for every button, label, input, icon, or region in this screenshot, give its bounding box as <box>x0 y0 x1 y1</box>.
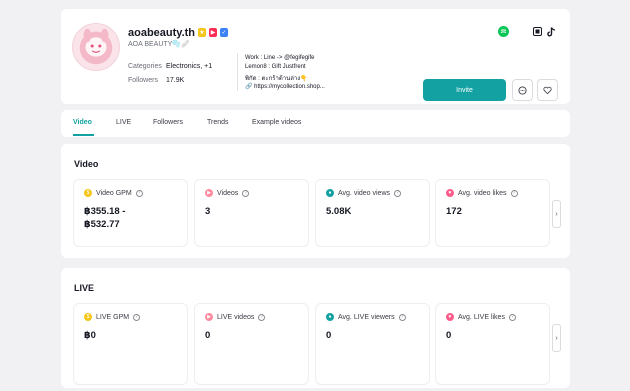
categories-value[interactable]: Electronics, +1 <box>166 63 212 70</box>
bio-link[interactable]: 🔗 https://mycollection.shop... <box>245 83 325 90</box>
star-badge-icon: ★ <box>198 28 206 37</box>
metric-value: ฿0 <box>84 330 96 341</box>
creator-nickname: AOA BEAUTY🫧🩹 <box>128 41 190 48</box>
invite-button[interactable]: Invite <box>423 79 506 101</box>
metric-value: 0 <box>205 330 211 341</box>
info-icon[interactable]: ? <box>510 189 518 197</box>
coin-icon: $ <box>84 313 92 321</box>
metric-label: ● Avg. video views ? <box>326 189 402 197</box>
creator-handle: aoabeauty.th <box>128 27 196 39</box>
tab-followers[interactable]: Followers <box>153 119 183 126</box>
metric-card: ● Avg. LIVE viewers ? 0 <box>315 303 430 385</box>
metric-label: ♥ Avg. video likes ? <box>446 189 518 197</box>
creator-avatar[interactable] <box>72 23 120 71</box>
tab-video[interactable]: Video <box>73 119 92 126</box>
metric-value: 172 <box>446 206 462 217</box>
play-icon: ▶ <box>205 313 213 321</box>
info-icon[interactable]: ? <box>258 313 266 321</box>
lemon8-icon[interactable] <box>532 26 543 37</box>
tab-example-videos[interactable]: Example videos <box>252 119 301 126</box>
tab-live[interactable]: LIVE <box>116 119 131 126</box>
info-icon[interactable]: ? <box>398 313 406 321</box>
scroll-right-button[interactable]: › <box>552 200 561 228</box>
coin-icon: $ <box>84 189 92 197</box>
section-title: LIVE <box>74 283 95 293</box>
line-icon[interactable] <box>498 26 509 37</box>
tab-trends[interactable]: Trends <box>207 119 229 126</box>
live-badge-icon: ▶ <box>209 28 217 37</box>
metric-value: 5.08K <box>326 206 352 217</box>
metric-card: ▶ Videos ? 3 <box>194 179 309 247</box>
eye-icon: ● <box>326 189 334 197</box>
metric-value: 0 <box>446 330 452 341</box>
live-section: LIVE $ LIVE GPM ? ฿0 ▶ LIVE videos ? 0 ●… <box>61 268 570 388</box>
chevron-right-icon: › <box>555 334 558 342</box>
tiktok-icon[interactable] <box>546 26 557 37</box>
creator-badges: ★ ▶ ✓ <box>198 28 228 37</box>
scroll-right-button[interactable]: › <box>552 324 561 352</box>
bio-line: Work : Line -> @fegifegife <box>245 55 315 61</box>
bio-line: พิกัด : ตะกร้าด้านล่าง👇 <box>245 76 308 82</box>
metric-card: $ LIVE GPM ? ฿0 <box>73 303 188 385</box>
metric-label: ♥ Avg. LIVE likes ? <box>446 313 516 321</box>
chat-icon <box>518 85 527 95</box>
video-section: Video $ Video GPM ? ฿355.18 - ฿532.77 ▶ … <box>61 144 570 258</box>
info-icon[interactable]: ? <box>133 313 141 321</box>
followers-label: Followers <box>128 77 158 84</box>
heart-icon: ♥ <box>446 313 454 321</box>
section-title: Video <box>74 159 99 169</box>
metric-label: $ LIVE GPM ? <box>84 313 141 321</box>
info-icon[interactable]: ? <box>394 189 402 197</box>
heart-icon: ♥ <box>446 189 454 197</box>
metric-card: ▶ LIVE videos ? 0 <box>194 303 309 385</box>
metric-label: ▶ LIVE videos ? <box>205 313 266 321</box>
metric-label: ● Avg. LIVE viewers ? <box>326 313 406 321</box>
info-icon[interactable]: ? <box>135 189 143 197</box>
play-icon: ▶ <box>205 189 213 197</box>
tab-bar: Video LIVE Followers Trends Example vide… <box>61 110 570 137</box>
metric-value: ฿355.18 - ฿532.77 <box>84 206 126 230</box>
bio-line: Lemon8 : Gift Justfrent <box>245 64 306 70</box>
metric-card: ● Avg. video views ? 5.08K <box>315 179 430 247</box>
heart-outline-icon <box>543 86 552 94</box>
metric-card: ♥ Avg. video likes ? 172 <box>435 179 550 247</box>
active-tab-indicator <box>73 134 94 136</box>
followers-value: 17.9K <box>166 77 185 84</box>
metric-label: ▶ Videos ? <box>205 189 250 197</box>
metric-card: $ Video GPM ? ฿355.18 - ฿532.77 <box>73 179 188 247</box>
verified-badge-icon: ✓ <box>220 28 228 37</box>
metric-value: 0 <box>326 330 332 341</box>
info-icon[interactable]: ? <box>242 189 250 197</box>
bio-divider <box>237 53 238 91</box>
favorite-button[interactable] <box>537 79 558 101</box>
creator-profile-card: aoabeauty.th ★ ▶ ✓ AOA BEAUTY🫧🩹 Categori… <box>61 9 570 104</box>
metric-card: ♥ Avg. LIVE likes ? 0 <box>435 303 550 385</box>
chevron-right-icon: › <box>555 210 558 218</box>
eye-icon: ● <box>326 313 334 321</box>
info-icon[interactable]: ? <box>508 313 516 321</box>
metric-value: 3 <box>205 206 211 217</box>
metric-label: $ Video GPM ? <box>84 189 143 197</box>
categories-label: Categories <box>128 63 162 70</box>
message-button[interactable] <box>512 79 533 101</box>
